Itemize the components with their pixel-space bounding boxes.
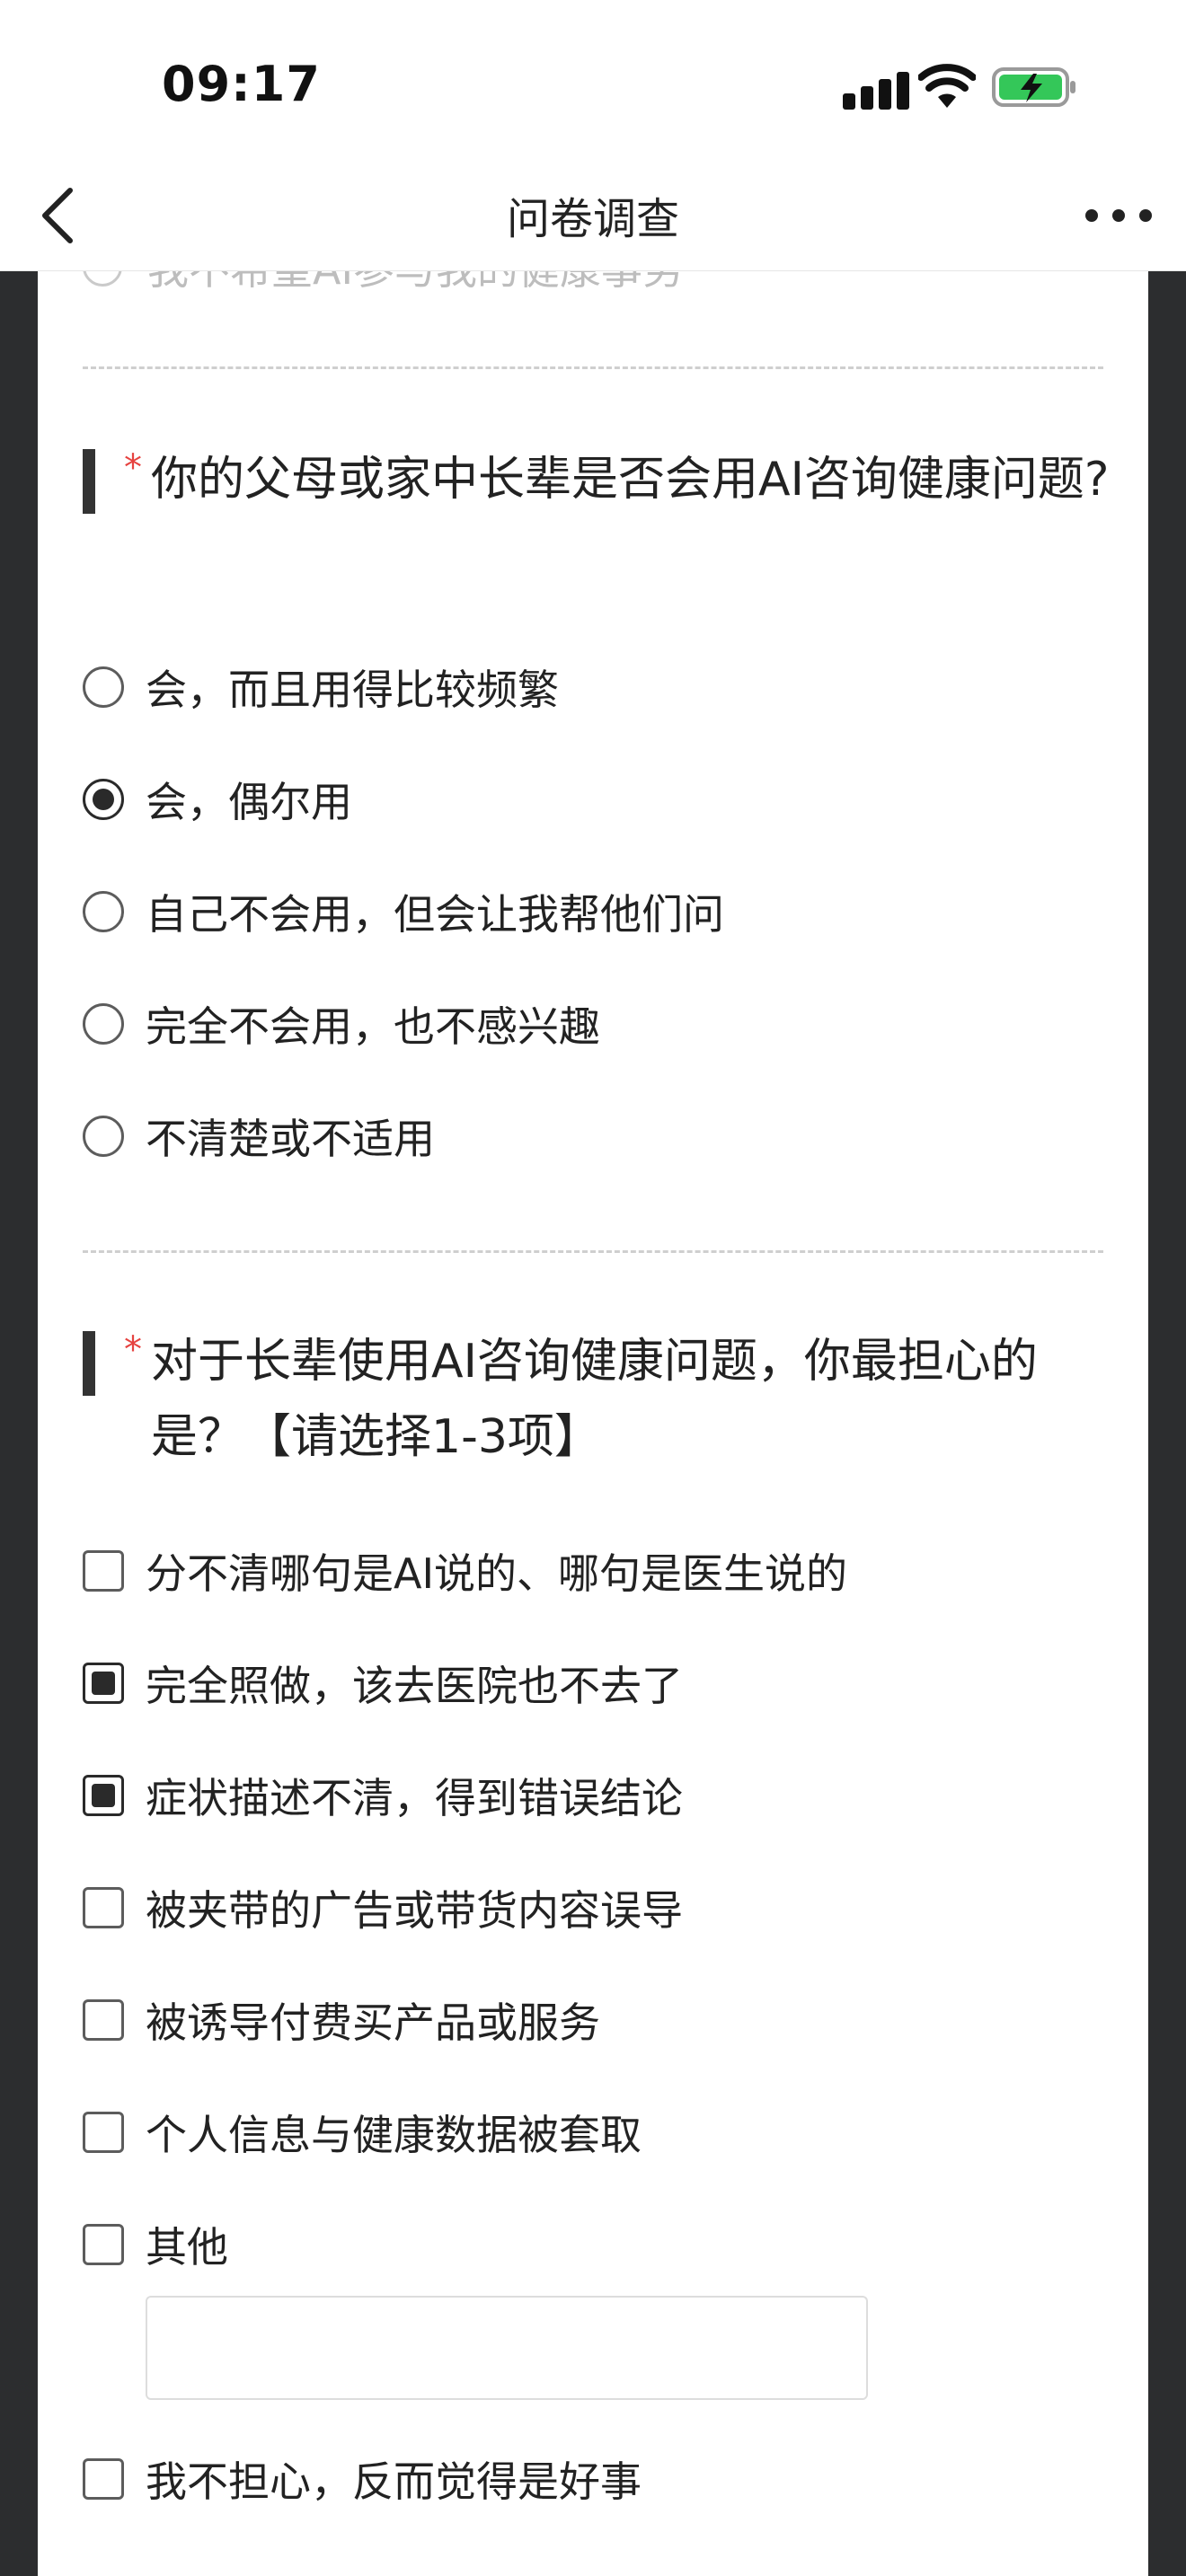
option-label: 我不希望AI参与我的健康事务 <box>147 271 684 296</box>
checkbox-option[interactable]: 被诱导付费买产品或服务 <box>83 1989 1098 2051</box>
page-frame-left <box>0 271 38 2576</box>
checkbox[interactable] <box>83 2112 124 2153</box>
option-label: 被诱导付费买产品或服务 <box>146 1998 600 2047</box>
status-time: 09:17 <box>162 56 321 112</box>
option-label: 其他 <box>146 2223 228 2272</box>
question-marker <box>83 1331 95 1396</box>
option-label: 完全照做，该去医院也不去了 <box>146 1662 683 1710</box>
page-frame-right <box>1148 271 1186 2576</box>
radio-option[interactable]: 完全不会用，也不感兴趣 <box>83 992 1098 1055</box>
radio-button <box>83 271 122 287</box>
option-label: 会，而且用得比较频繁 <box>146 666 559 714</box>
checkbox-option[interactable]: 被夹带的广告或带货内容误导 <box>83 1876 1098 1939</box>
radio-button-selected[interactable] <box>83 779 124 820</box>
checkbox-option[interactable]: 完全照做，该去医院也不去了 <box>83 1652 1098 1715</box>
question-title: * 对于长辈使用AI咨询健康问题，你最担心的是？【请选择1-3项】 <box>83 1324 1116 1477</box>
option-label: 个人信息与健康数据被套取 <box>146 2111 642 2159</box>
survey-content[interactable]: 我不希望AI参与我的健康事务 * 你的父母或家中长辈是否会用AI咨询健康问题? … <box>38 271 1148 2576</box>
option-label: 不清楚或不适用 <box>146 1115 435 1163</box>
radio-option[interactable]: 会，偶尔用 <box>83 768 1098 831</box>
checkbox[interactable] <box>83 1550 124 1592</box>
navigation-bar: 问卷调查 <box>0 162 1186 271</box>
required-mark: * <box>124 1329 142 1371</box>
page-title: 问卷调查 <box>506 194 679 244</box>
checkbox[interactable] <box>83 2458 124 2500</box>
radio-button[interactable] <box>83 1116 124 1157</box>
checkbox-option-other[interactable]: 其他 <box>83 2213 1098 2276</box>
question-marker <box>83 449 95 514</box>
checkbox-option[interactable]: 症状描述不清，得到错误结论 <box>83 1764 1098 1827</box>
radio-option[interactable]: 自己不会用，但会让我帮他们问 <box>83 880 1098 943</box>
checkbox-checked[interactable] <box>83 1663 124 1704</box>
checkbox-option[interactable]: 分不清哪句是AI说的、哪句是医生说的 <box>83 1539 1098 1602</box>
checkbox-option[interactable]: 个人信息与健康数据被套取 <box>83 2101 1098 2164</box>
radio-button[interactable] <box>83 891 124 932</box>
previous-option-partial: 我不希望AI参与我的健康事务 <box>83 271 684 294</box>
option-label: 分不清哪句是AI说的、哪句是医生说的 <box>146 1549 848 1598</box>
radio-button[interactable] <box>83 666 124 708</box>
checkbox[interactable] <box>83 1887 124 1928</box>
other-text-input[interactable] <box>146 2296 868 2400</box>
status-bar: 09:17 <box>0 0 1186 162</box>
option-label: 我不担心，反而觉得是好事 <box>146 2457 642 2506</box>
option-label: 会，偶尔用 <box>146 778 352 826</box>
more-options-icon[interactable] <box>1078 189 1159 243</box>
question-divider <box>83 366 1103 369</box>
radio-button[interactable] <box>83 1003 124 1045</box>
battery-charging-icon <box>992 67 1075 107</box>
radio-option[interactable]: 会，而且用得比较频繁 <box>83 656 1098 719</box>
option-label: 完全不会用，也不感兴趣 <box>146 1002 600 1051</box>
question-text: 你的父母或家中长辈是否会用AI咨询健康问题? <box>151 453 1110 507</box>
wifi-icon <box>918 64 976 108</box>
checkbox-checked[interactable] <box>83 1775 124 1816</box>
question-title: * 你的父母或家中长辈是否会用AI咨询健康问题? <box>83 442 1116 595</box>
question-text: 对于长辈使用AI咨询健康问题，你最担心的是？【请选择1-3项】 <box>151 1335 1038 1464</box>
option-label: 自己不会用，但会让我帮他们问 <box>146 890 724 939</box>
required-mark: * <box>124 447 142 489</box>
option-label: 症状描述不清，得到错误结论 <box>146 1774 683 1822</box>
radio-option[interactable]: 不清楚或不适用 <box>83 1105 1098 1168</box>
checkbox[interactable] <box>83 2224 124 2265</box>
checkbox-option[interactable]: 我不担心，反而觉得是好事 <box>83 2448 1098 2510</box>
checkbox[interactable] <box>83 1999 124 2041</box>
question-divider <box>83 1250 1103 1253</box>
option-label: 被夹带的广告或带货内容误导 <box>146 1886 683 1935</box>
